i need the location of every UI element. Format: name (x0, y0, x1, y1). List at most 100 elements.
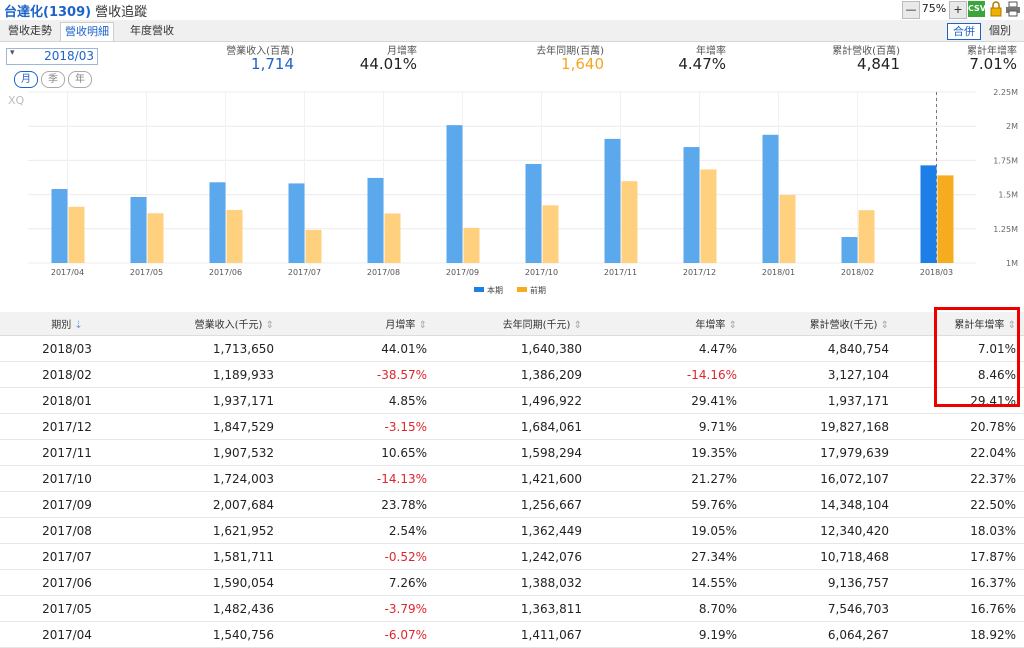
legend-swatch-current (474, 287, 484, 292)
yoy-value: 4.47% (678, 55, 726, 73)
x-tick-label: 2017/11 (604, 268, 637, 277)
cell-cumulative-yoy: 17.87% (897, 543, 1024, 570)
print-icon[interactable] (1005, 1, 1021, 17)
cell-revenue: 1,540,756 (133, 621, 282, 648)
bar-previous (779, 195, 796, 263)
table-row[interactable]: 2017/11 1,907,532 10.65% 1,598,294 19.35% 17,… (0, 439, 1024, 466)
cell-period: 2017/11 (0, 439, 133, 466)
col-mom[interactable]: 月增率 ⇕ (282, 312, 435, 336)
cell-mom: 10.65% (282, 439, 435, 466)
sort-icon: ⇕ (265, 320, 274, 331)
table-row[interactable]: 2017/05 1,482,436 -3.79% 1,363,811 8.70% 7,54… (0, 595, 1024, 622)
csv-export-button[interactable]: CSV (968, 1, 986, 17)
cell-yoy: 29.41% (590, 387, 745, 414)
tab-revenue-detail[interactable]: 營收明細 (60, 22, 114, 41)
x-tick-label: 2017/08 (367, 268, 400, 277)
cell-period: 2017/10 (0, 465, 133, 492)
table-row[interactable]: 2018/01 1,937,171 4.85% 1,496,922 29.41% 1,93… (0, 387, 1024, 414)
sort-icon: ⇕ (728, 320, 737, 331)
cell-mom: 4.85% (282, 387, 435, 414)
table-row[interactable]: 2017/06 1,590,054 7.26% 1,388,032 14.55% 9,13… (0, 569, 1024, 596)
bar-previous (542, 205, 559, 263)
x-tick-label: 2017/07 (288, 268, 321, 277)
table-row[interactable]: 2017/09 2,007,684 23.78% 1,256,667 59.76% 14,… (0, 491, 1024, 518)
cell-yoy: 59.76% (590, 491, 745, 518)
cell-yoy: 8.70% (590, 595, 745, 622)
cell-mom: -0.52% (282, 543, 435, 570)
cell-period: 2017/12 (0, 413, 133, 440)
cell-cumulative: 7,546,703 (745, 595, 897, 622)
dropdown-icon: ▾ (10, 48, 15, 58)
table-row[interactable]: 2018/03 1,713,650 44.01% 1,640,380 4.47% 4,84… (0, 335, 1024, 362)
revenue-bar-chart: XQ 1M 1.25M 1.5M 1.75M 2M 2.25M 2017/04 2017/05 2… (8, 88, 1018, 295)
x-tick-label: 2017/12 (683, 268, 716, 277)
table-row[interactable]: 2017/04 1,540,756 -6.07% 1,411,067 9.19% 6,06… (0, 621, 1024, 648)
bar-current (130, 197, 147, 263)
title-bar: 台達化(1309) 營收追蹤 — 75% + CSV (0, 0, 1024, 20)
cell-cumulative: 19,827,168 (745, 413, 897, 440)
col-period[interactable]: 期別 ⇣ (0, 312, 133, 336)
bar-current (920, 165, 937, 263)
table-row[interactable]: 2017/07 1,581,711 -0.52% 1,242,076 27.34% 10,… (0, 543, 1024, 570)
bar-previous (937, 175, 954, 263)
bar-previous (463, 227, 480, 263)
bar-previous (68, 206, 85, 263)
cell-last-year: 1,388,032 (435, 569, 590, 596)
cell-mom: -14.13% (282, 465, 435, 492)
col-last-year[interactable]: 去年同期(千元) ⇕ (435, 312, 590, 336)
cell-last-year: 1,598,294 (435, 439, 590, 466)
cell-cumulative: 1,937,171 (745, 387, 897, 414)
cell-last-year: 1,411,067 (435, 621, 590, 648)
period-quarter-button[interactable]: 季 (41, 71, 65, 88)
last-year-value: 1,640 (561, 55, 604, 73)
bar-current (209, 182, 226, 263)
table-header-row: 期別 ⇣ 營業收入(千元) ⇕ 月增率 ⇕ 去年同期(千元) ⇕ 年增率 ⇕ 累… (0, 312, 1024, 336)
period-year-button[interactable]: 年 (68, 71, 92, 88)
x-tick-label: 2018/01 (762, 268, 795, 277)
cell-cumulative: 14,348,104 (745, 491, 897, 518)
tab-revenue-trend[interactable]: 營收走勢 (4, 22, 56, 40)
cell-yoy: 9.19% (590, 621, 745, 648)
col-yoy[interactable]: 年增率 ⇕ (590, 312, 745, 336)
cell-cumulative: 17,979,639 (745, 439, 897, 466)
zoom-in-button[interactable]: + (949, 1, 967, 19)
cell-mom: -6.07% (282, 621, 435, 648)
tab-bar: 營收走勢 營收明細 年度營收 合併 個別 (0, 20, 1024, 42)
table-row[interactable]: 2017/08 1,621,952 2.54% 1,362,449 19.05% 12,3… (0, 517, 1024, 544)
cell-last-year: 1,684,061 (435, 413, 590, 440)
x-tick-label: 2017/10 (525, 268, 558, 277)
bar-previous (226, 209, 243, 263)
cell-cumulative: 9,136,757 (745, 569, 897, 596)
period-select[interactable]: ▾ 2018/03 (6, 48, 98, 65)
bar-current (762, 134, 779, 263)
cell-revenue: 1,621,952 (133, 517, 282, 544)
cell-cumulative: 16,072,107 (745, 465, 897, 492)
tab-annual-revenue[interactable]: 年度營收 (126, 22, 178, 40)
plot-area (28, 92, 976, 263)
sort-icon: ⇣ (74, 320, 83, 331)
cell-cumulative-yoy: 22.50% (897, 491, 1024, 518)
cell-cumulative-yoy: 22.37% (897, 465, 1024, 492)
col-revenue[interactable]: 營業收入(千元) ⇕ (133, 312, 282, 336)
zoom-out-button[interactable]: — (902, 1, 920, 19)
x-tick-label: 2018/02 (841, 268, 874, 277)
cell-last-year: 1,256,667 (435, 491, 590, 518)
period-month-button[interactable]: 月 (14, 71, 38, 88)
individual-toggle[interactable]: 個別 (984, 23, 1016, 38)
x-tick-label: 2017/04 (51, 268, 84, 277)
merged-toggle[interactable]: 合併 (947, 23, 981, 40)
bar-current (367, 177, 384, 263)
cell-yoy: 9.71% (590, 413, 745, 440)
col-cumulative[interactable]: 累計營收(千元) ⇕ (745, 312, 897, 336)
lock-icon[interactable] (988, 1, 1003, 17)
table-row[interactable]: 2017/10 1,724,003 -14.13% 1,421,600 21.27% 16… (0, 465, 1024, 492)
x-tick-label: 2018/03 (920, 268, 953, 277)
table-row[interactable]: 2017/12 1,847,529 -3.15% 1,684,061 9.71% 19,8… (0, 413, 1024, 440)
cell-cumulative-yoy: 18.03% (897, 517, 1024, 544)
cell-period: 2017/04 (0, 621, 133, 648)
cell-cumulative: 10,718,468 (745, 543, 897, 570)
zoom-level: 75% (921, 2, 947, 15)
cell-revenue: 1,713,650 (133, 335, 282, 362)
highlight-annotation-box (934, 307, 1020, 407)
table-row[interactable]: 2018/02 1,189,933 -38.57% 1,386,209 -14.16% 3… (0, 361, 1024, 388)
